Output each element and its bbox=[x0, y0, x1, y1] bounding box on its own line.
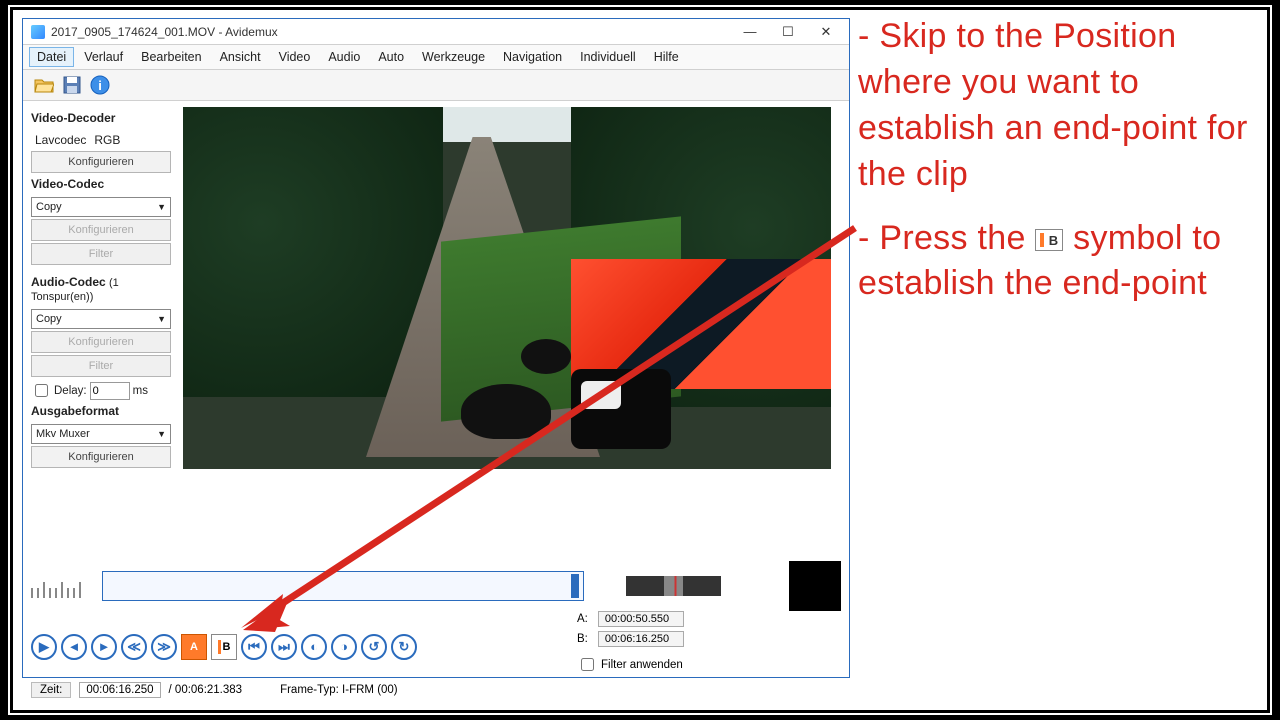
video-configure-button[interactable]: Konfigurieren bbox=[31, 219, 171, 241]
audio-filter-button[interactable]: Filter bbox=[31, 355, 171, 377]
app-icon bbox=[31, 25, 45, 39]
maximize-button[interactable]: ☐ bbox=[769, 20, 807, 44]
delay-label: Delay: bbox=[54, 385, 87, 397]
current-time[interactable]: 00:06:16.250 bbox=[79, 682, 160, 698]
decoder-configure-button[interactable]: Konfigurieren bbox=[31, 151, 171, 173]
goto-end-button[interactable]: ↻ bbox=[391, 634, 417, 660]
prev-keyframe-button[interactable]: ⏮ bbox=[241, 634, 267, 660]
delay-unit: ms bbox=[133, 385, 148, 397]
apply-filter-label: Filter anwenden bbox=[601, 659, 683, 671]
annotation-text: - Skip to the Position where you want to… bbox=[858, 14, 1258, 325]
menu-werkzeuge[interactable]: Werkzeuge bbox=[414, 47, 493, 67]
prev-button[interactable]: ◄ bbox=[61, 634, 87, 660]
sidebar: Video-Decoder Lavcodec RGB Konfigurieren… bbox=[23, 101, 183, 629]
output-format-select[interactable]: Mkv Muxer▼ bbox=[31, 424, 171, 444]
marker-b-label: B: bbox=[577, 633, 588, 645]
menu-audio[interactable]: Audio bbox=[320, 47, 368, 67]
next-button[interactable]: ► bbox=[91, 634, 117, 660]
save-icon[interactable] bbox=[61, 74, 83, 96]
delay-checkbox[interactable] bbox=[35, 384, 48, 397]
video-codec-heading: Video-Codec bbox=[31, 177, 175, 191]
audio-codec-select[interactable]: Copy▼ bbox=[31, 309, 171, 329]
set-marker-b-button[interactable]: B bbox=[211, 634, 237, 660]
marker-a-label: A: bbox=[577, 613, 588, 625]
svg-text:i: i bbox=[98, 78, 102, 93]
output-configure-button[interactable]: Konfigurieren bbox=[31, 446, 171, 468]
video-codec-select[interactable]: Copy▼ bbox=[31, 197, 171, 217]
menu-bar: Datei Verlauf Bearbeiten Ansicht Video A… bbox=[23, 45, 849, 70]
info-icon[interactable]: i bbox=[89, 74, 111, 96]
video-decoder-heading: Video-Decoder bbox=[31, 111, 175, 125]
menu-hilfe[interactable]: Hilfe bbox=[646, 47, 687, 67]
menu-video[interactable]: Video bbox=[271, 47, 319, 67]
window-title: 2017_0905_174624_001.MOV - Avidemux bbox=[51, 25, 278, 39]
preview-frame bbox=[183, 107, 831, 469]
video-preview bbox=[183, 101, 849, 629]
rewind-button[interactable]: ≪ bbox=[121, 634, 147, 660]
set-marker-a-button[interactable]: A bbox=[181, 634, 207, 660]
marker-b-icon: B bbox=[1035, 229, 1063, 251]
audio-codec-heading: Audio-Codec (1 Tonspur(en)) bbox=[31, 275, 175, 303]
forward-button[interactable]: ≫ bbox=[151, 634, 177, 660]
open-icon[interactable] bbox=[33, 74, 55, 96]
timeline[interactable] bbox=[102, 571, 584, 601]
menu-auto[interactable]: Auto bbox=[370, 47, 412, 67]
decoder-codec: Lavcodec bbox=[35, 133, 86, 147]
decoder-color: RGB bbox=[94, 133, 120, 147]
toolbar: i bbox=[23, 70, 849, 101]
video-filter-button[interactable]: Filter bbox=[31, 243, 171, 265]
audio-configure-button[interactable]: Konfigurieren bbox=[31, 331, 171, 353]
annotation-line-1: - Skip to the Position where you want to… bbox=[858, 14, 1258, 198]
apply-filter-checkbox[interactable] bbox=[581, 658, 594, 671]
next-keyframe-button[interactable]: ⏭ bbox=[271, 634, 297, 660]
playhead-marker[interactable] bbox=[571, 574, 579, 598]
menu-verlauf[interactable]: Verlauf bbox=[76, 47, 131, 67]
timeline-ruler-left bbox=[31, 574, 90, 598]
zeit-label: Zeit: bbox=[31, 682, 71, 698]
menu-datei[interactable]: Datei bbox=[29, 47, 74, 67]
marker-a-time: 00:00:50.550 bbox=[598, 611, 684, 627]
goto-start-button[interactable]: ↺ bbox=[361, 634, 387, 660]
menu-bearbeiten[interactable]: Bearbeiten bbox=[133, 47, 209, 67]
delay-input[interactable] bbox=[90, 382, 130, 400]
play-button[interactable]: ▶ bbox=[31, 634, 57, 660]
annotation-line-2: - Press the B symbol to establish the en… bbox=[858, 216, 1258, 308]
output-format-heading: Ausgabeformat bbox=[31, 404, 175, 418]
audio-meter bbox=[626, 576, 722, 596]
total-time: / 00:06:21.383 bbox=[169, 684, 243, 696]
thumbnail-preview bbox=[789, 561, 841, 611]
menu-individuell[interactable]: Individuell bbox=[572, 47, 644, 67]
prev-black-button[interactable]: ◐ bbox=[301, 634, 327, 660]
next-black-button[interactable]: ◑ bbox=[331, 634, 357, 660]
minimize-button[interactable]: — bbox=[731, 20, 769, 44]
app-window: 2017_0905_174624_001.MOV - Avidemux — ☐ … bbox=[22, 18, 850, 678]
title-bar: 2017_0905_174624_001.MOV - Avidemux — ☐ … bbox=[23, 19, 849, 45]
menu-ansicht[interactable]: Ansicht bbox=[212, 47, 269, 67]
marker-b-time: 00:06:16.250 bbox=[598, 631, 684, 647]
frame-type: Frame-Typ: I-FRM (00) bbox=[280, 684, 398, 696]
close-button[interactable]: ✕ bbox=[807, 20, 845, 44]
menu-navigation[interactable]: Navigation bbox=[495, 47, 570, 67]
